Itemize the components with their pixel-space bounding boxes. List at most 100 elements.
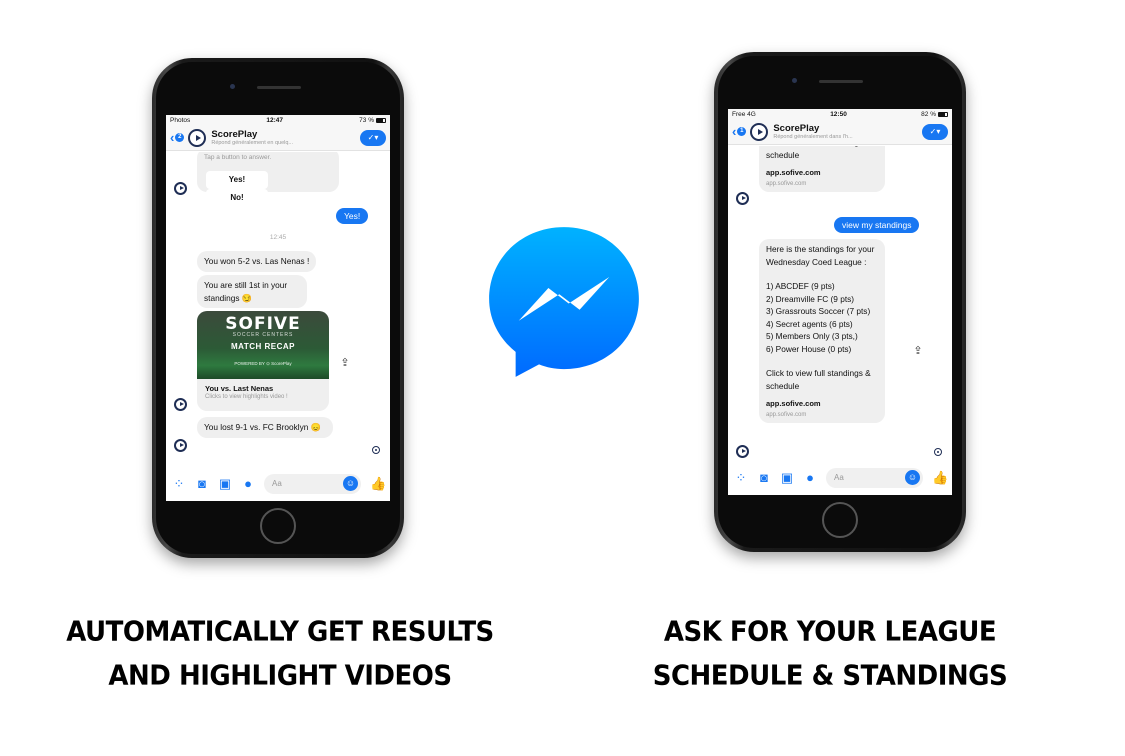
share-icon[interactable]: ⇪	[338, 356, 352, 370]
left-screen: Photos 12:47 73 % ‹ 2 ScorePlay Répond gé…	[166, 115, 390, 501]
status-time: 12:50	[830, 110, 847, 118]
right-phone: Free 4G 12:50 82 % ‹ 1 ScorePlay Répond g…	[714, 52, 966, 552]
standings-row: 1) ABCDEF (9 pts)	[766, 281, 835, 291]
conversation[interactable]: Tap a button to answer. Yes! No! Yes! 12…	[166, 152, 390, 466]
microphone-icon[interactable]: ●	[803, 470, 817, 485]
sent-message: view my standings	[834, 217, 920, 233]
right-caption: ASK FOR YOUR LEAGUE SCHEDULE & STANDINGS	[580, 610, 1080, 698]
recap-image: SOFIVE SOCCER CENTERS MATCH RECAP POWERE…	[197, 311, 329, 379]
unread-badge: 1	[737, 127, 747, 136]
front-camera	[792, 78, 797, 83]
status-right: 73 %	[359, 117, 386, 124]
composer-bar: ⁘ ◙ ▣ ● Aa ☺ 👍	[166, 466, 390, 501]
home-button[interactable]	[260, 508, 296, 544]
bot-avatar-small	[174, 439, 187, 452]
check-dropdown-button[interactable]: ✓▾	[360, 129, 386, 146]
message-input[interactable]: Aa ☺	[826, 467, 923, 488]
front-camera	[230, 84, 235, 89]
camera-icon[interactable]: ◙	[757, 470, 771, 485]
apps-grid-icon[interactable]: ⁘	[172, 476, 186, 492]
quick-reply-bubble: Tap a button to answer. Yes! No!	[197, 152, 339, 207]
quick-yes-button[interactable]: Yes!	[206, 170, 268, 189]
message-lost: You lost 9-1 vs. FC Brooklyn 😞	[197, 417, 333, 438]
apps-grid-icon[interactable]: ⁘	[734, 470, 748, 486]
standings-row: 6) Power House (0 pts)	[766, 343, 852, 354]
standings-row: 3) Grassrouts Soccer (7 pts)	[766, 306, 871, 316]
right-caption-line1: ASK FOR YOUR LEAGUE	[663, 616, 997, 648]
standings-row: 5) Members Only (3 pts,)	[766, 331, 858, 341]
seen-indicator-icon	[372, 446, 380, 454]
link-title: app.sofive.com	[766, 168, 821, 177]
link-url: app.sofive.com	[766, 180, 807, 187]
header-info[interactable]: ScorePlay Répond généralement en quelq..…	[211, 129, 360, 146]
emoji-icon[interactable]: ☺	[343, 475, 358, 491]
left-caption-line1: AUTOMATICALLY GET RESULTS	[66, 616, 494, 648]
logo-subtitle: SOCCER CENTERS	[232, 332, 294, 338]
camera-icon[interactable]: ◙	[195, 476, 209, 491]
match-recap-card[interactable]: SOFIVE SOCCER CENTERS MATCH RECAP POWERE…	[197, 311, 329, 411]
card-title: You vs. Last Nenas	[205, 384, 274, 393]
left-phone: Photos 12:47 73 % ‹ 2 ScorePlay Répond gé…	[152, 58, 404, 558]
status-right: 82 %	[921, 111, 948, 118]
home-button[interactable]	[822, 502, 858, 538]
quick-no-button[interactable]: No!	[206, 188, 268, 207]
header-info[interactable]: ScorePlay Répond généralement dans l'h..…	[773, 123, 922, 140]
standings-row: 2) Dreamville FC (9 pts)	[766, 293, 855, 304]
bot-avatar-small	[736, 192, 749, 205]
link-title: app.sofive.com	[766, 399, 821, 408]
input-placeholder: Aa	[834, 472, 844, 482]
message-won: You won 5-2 vs. Las Nenas !	[197, 251, 317, 272]
thumbs-up-icon[interactable]: 👍	[932, 470, 948, 486]
previous-link-bubble[interactable]: Click to view full standings & schedule …	[759, 146, 885, 192]
battery-percent: 82 %	[921, 110, 936, 118]
chat-name: ScorePlay	[773, 123, 820, 134]
bot-avatar[interactable]	[750, 122, 769, 141]
battery-percent: 73 %	[359, 116, 374, 124]
bot-avatar[interactable]	[188, 128, 207, 147]
earpiece-speaker	[257, 86, 301, 89]
back-button[interactable]: ‹ 2	[170, 130, 185, 145]
input-placeholder: Aa	[272, 478, 282, 488]
chat-subtitle: Répond généralement en quelq...	[211, 140, 293, 146]
thumbs-up-icon[interactable]: 👍	[370, 476, 386, 492]
quick-reply-prompt: Tap a button to answer.	[204, 154, 272, 161]
gallery-icon[interactable]: ▣	[218, 476, 232, 492]
share-icon[interactable]: ⇪	[911, 344, 925, 358]
microphone-icon[interactable]: ●	[241, 476, 255, 491]
conversation[interactable]: Click to view full standings & schedule …	[728, 146, 952, 460]
left-caption-line2: AND HIGHLIGHT VIDEOS	[108, 660, 452, 692]
bot-avatar-small	[174, 398, 187, 411]
message-standings: You are still 1st in your standings 😏	[197, 275, 307, 308]
status-time: 12:47	[266, 116, 284, 124]
sofive-logo: SOFIVE	[225, 314, 301, 334]
timestamp: 12:45	[269, 234, 287, 241]
battery-icon	[937, 111, 948, 117]
powered-by: POWERED BY ⊙ ScorePlay	[234, 361, 292, 366]
gallery-icon[interactable]: ▣	[780, 470, 794, 486]
battery-icon	[375, 117, 386, 123]
standings-footer: Click to view full standings & schedule	[766, 368, 871, 391]
message-input[interactable]: Aa ☺	[264, 473, 361, 494]
back-button[interactable]: ‹ 1	[732, 124, 747, 139]
link-text: Click to view full standings & schedule	[766, 146, 871, 160]
composer-bar: ⁘ ◙ ▣ ● Aa ☺ 👍	[728, 460, 952, 495]
emoji-icon[interactable]: ☺	[905, 469, 920, 485]
chat-header: ‹ 2 ScorePlay Répond généralement en quel…	[166, 125, 390, 151]
earpiece-speaker	[819, 80, 863, 83]
right-caption-line2: SCHEDULE & STANDINGS	[652, 660, 1008, 692]
chat-subtitle: Répond généralement dans l'h...	[773, 134, 853, 140]
check-dropdown-button[interactable]: ✓▾	[922, 123, 948, 140]
standings-intro: Here is the standings for your Wednesday…	[766, 244, 875, 267]
seen-indicator-icon	[934, 448, 942, 456]
recap-banner: MATCH RECAP	[230, 342, 295, 351]
status-bar: Free 4G 12:50 82 %	[728, 109, 952, 119]
link-url: app.sofive.com	[766, 411, 807, 418]
right-screen: Free 4G 12:50 82 % ‹ 1 ScorePlay Répond g…	[728, 109, 952, 495]
standings-bubble[interactable]: Here is the standings for your Wednesday…	[759, 239, 885, 423]
status-left: Photos	[170, 116, 191, 124]
status-left: Free 4G	[732, 110, 756, 118]
chat-name: ScorePlay	[211, 129, 258, 140]
bot-avatar-small	[736, 445, 749, 458]
left-caption: AUTOMATICALLY GET RESULTS AND HIGHLIGHT …	[20, 610, 540, 698]
messenger-logo	[489, 227, 639, 377]
